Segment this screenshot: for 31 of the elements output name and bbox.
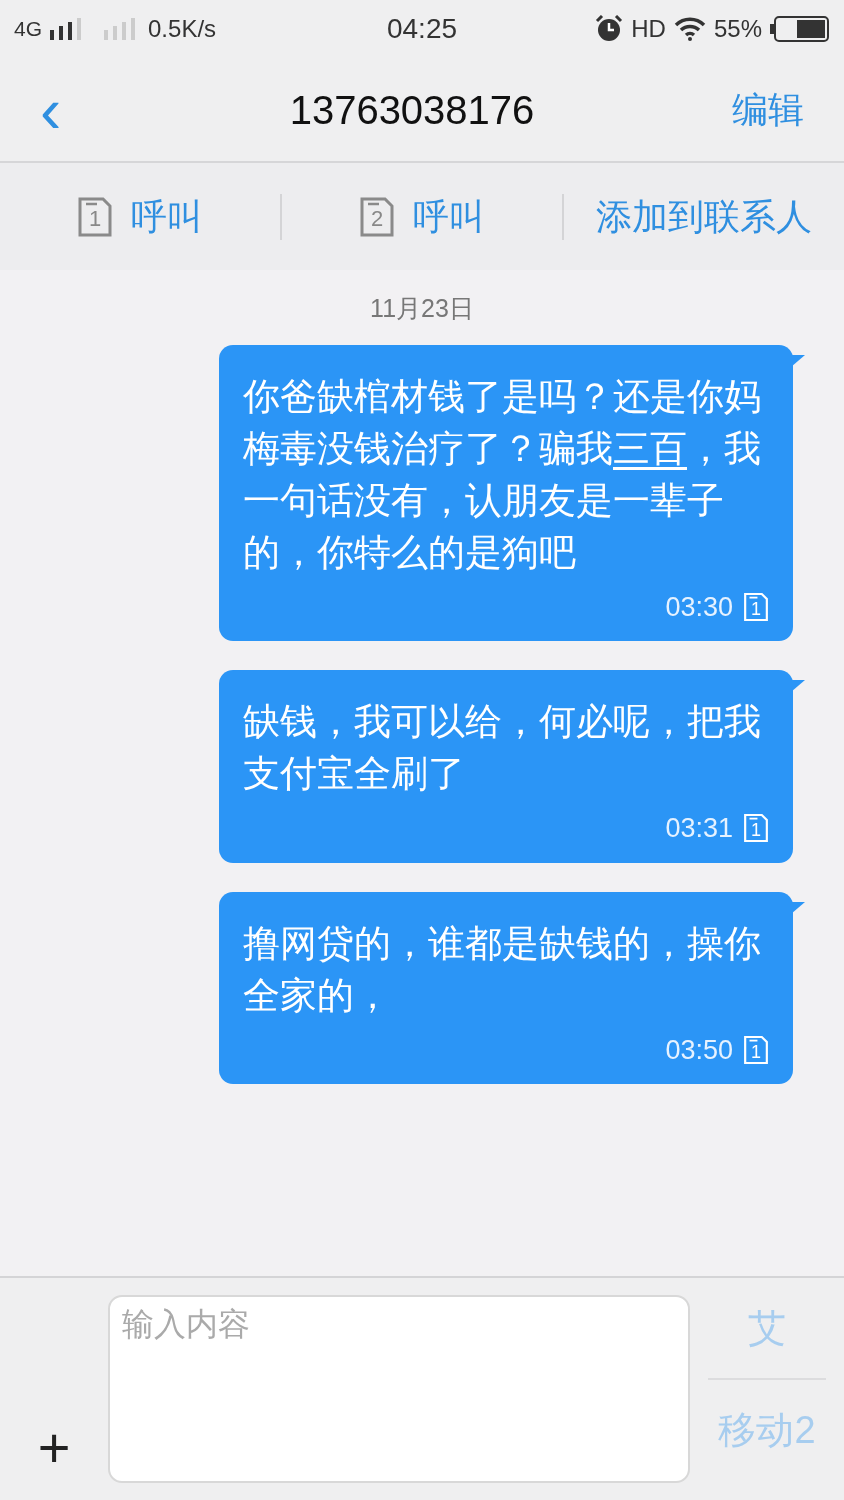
message-text: 缺钱，我可以给，何必呢，把我支付宝全刷了 — [243, 700, 762, 796]
battery-percent: 55% — [713, 14, 762, 44]
alarm-icon — [595, 15, 624, 43]
signal-icon — [102, 18, 136, 40]
message-text: 你爸缺棺材钱了是吗？还是你妈梅毒没钱治疗了？骗我三百，我一句话没有，认朋友是一辈子的，你特么的是狗吧 — [243, 374, 762, 575]
clock: 04:25 — [385, 12, 459, 46]
sim-card-icon: 1 — [743, 813, 769, 844]
sim-card-icon: 1 — [77, 196, 113, 237]
contact-number: 13763038176 — [288, 86, 536, 134]
call-button[interactable]: 1 呼叫 — [0, 163, 280, 270]
sim-card-icon: 1 — [743, 591, 769, 622]
message-time: 03:30 — [665, 590, 733, 624]
message-link[interactable]: 三百 — [613, 427, 687, 469]
message-time: 03:31 — [665, 812, 733, 845]
sim-card-icon: 2 — [359, 196, 395, 237]
back-button[interactable]: ‹ — [40, 77, 100, 142]
date-label: 11月23日 — [370, 294, 474, 322]
battery-icon — [770, 16, 830, 42]
network-type: 4G — [14, 16, 42, 43]
hd-label: HD — [631, 14, 666, 44]
add-button[interactable]: + — [37, 1420, 71, 1476]
wifi-icon — [673, 17, 706, 41]
message-text: 撸网贷的，谁都是缺钱的，操你全家的， — [243, 921, 762, 1018]
signal-icon — [48, 18, 82, 40]
add-contact-button[interactable]: 添加到联系人 — [564, 163, 844, 270]
message-input[interactable]: 输入内容 — [108, 1295, 690, 1483]
network-speed: 0.5K/s — [148, 14, 217, 44]
message-time: 03:50 — [665, 1033, 733, 1067]
sim-card-icon: 1 — [743, 1034, 769, 1065]
call-button[interactable]: 2 呼叫 — [282, 163, 562, 270]
edit-button[interactable]: 编辑 — [724, 82, 804, 137]
